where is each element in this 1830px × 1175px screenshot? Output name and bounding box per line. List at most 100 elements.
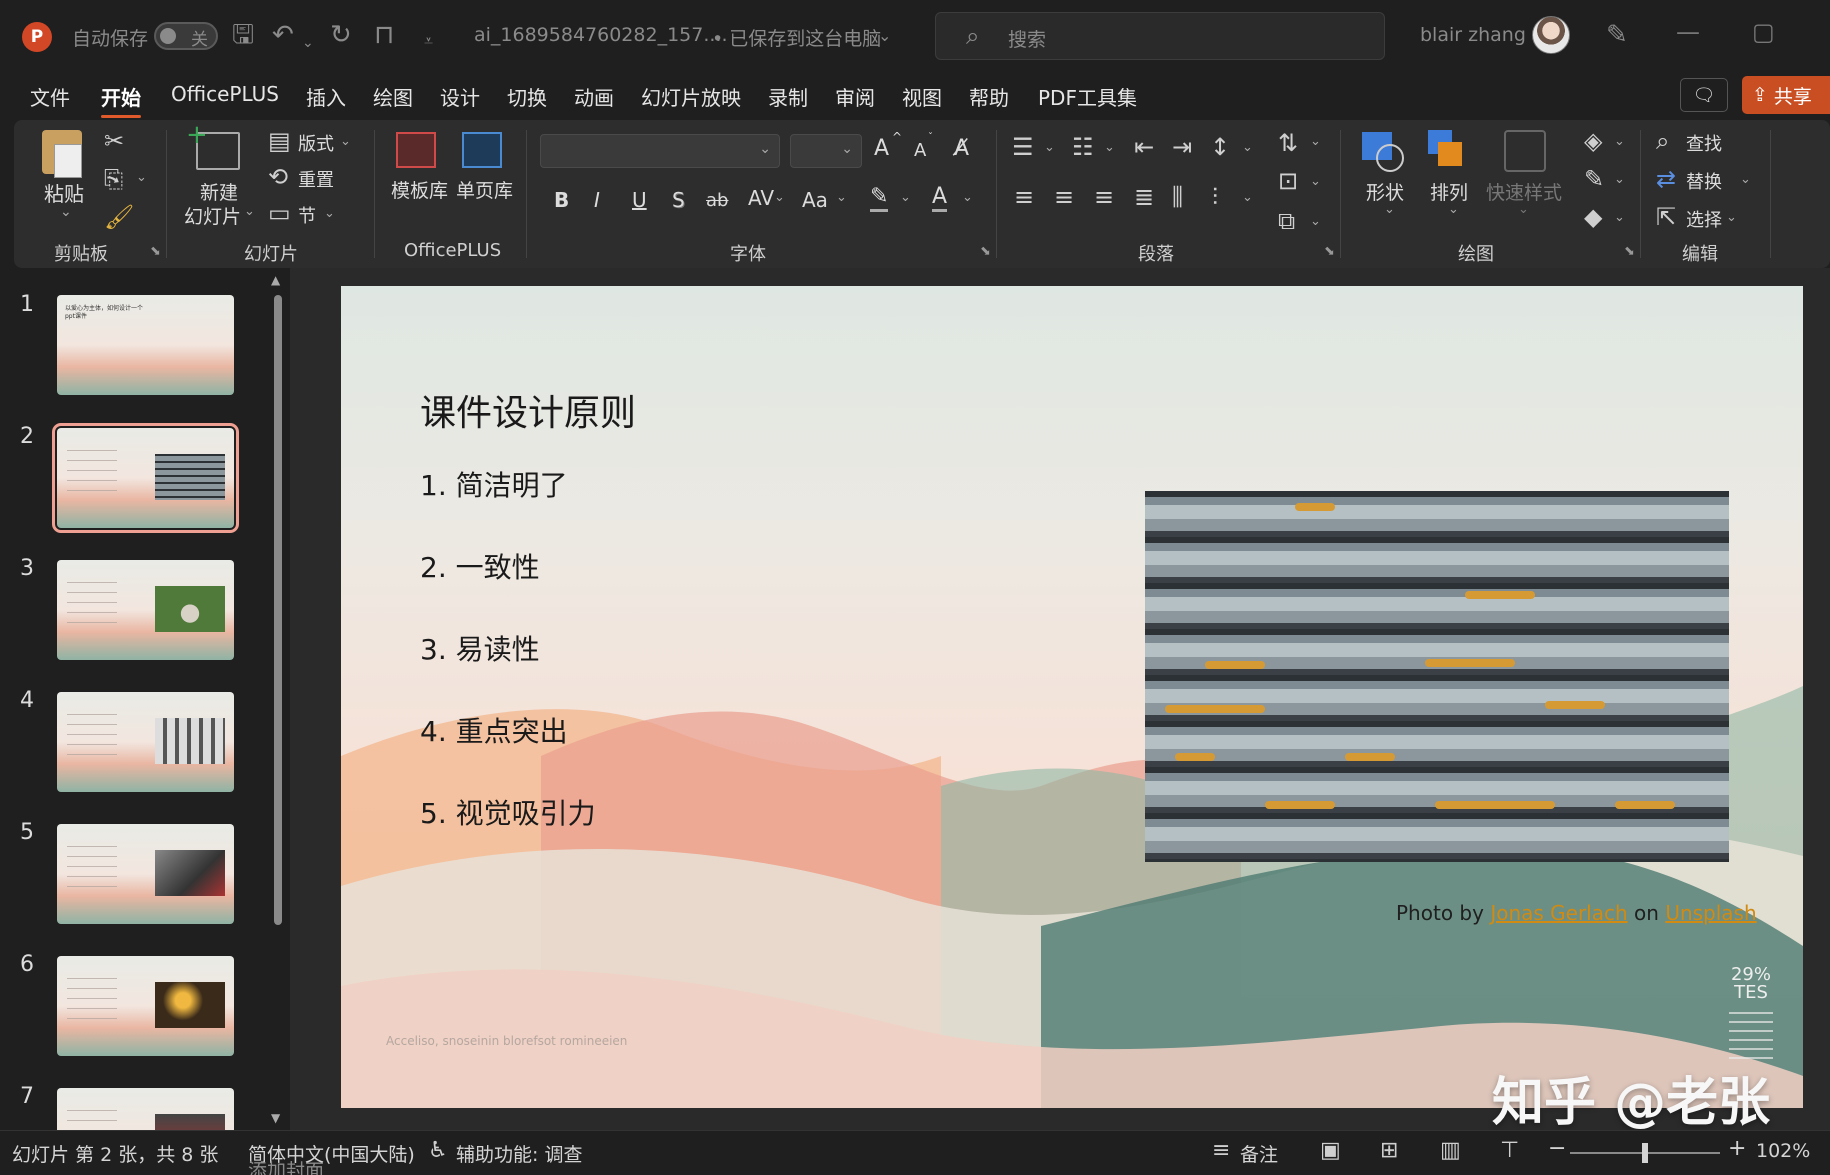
thumbnails-scrollbar[interactable]: ▲ ▼ [271, 273, 284, 1125]
increase-indent-icon[interactable]: ⇥ [1172, 134, 1192, 160]
case-dropdown-icon[interactable]: ⌄ [836, 190, 847, 205]
paste-icon[interactable] [42, 130, 82, 178]
layout-icon[interactable]: ▤ [268, 128, 291, 154]
slideshow-icon[interactable]: ⊤ [1500, 1138, 1519, 1163]
smartart-icon[interactable]: ⧉ [1278, 208, 1295, 234]
tab-officeplus[interactable]: OfficePLUS [171, 82, 279, 106]
tab-help[interactable]: 帮助 [969, 82, 1009, 111]
font-launcher-icon[interactable]: ⬊ [980, 244, 991, 259]
slide-thumbnail-5[interactable] [57, 824, 234, 924]
section-icon[interactable]: ▭ [268, 200, 291, 226]
shadow-button[interactable]: S [672, 188, 685, 212]
copy-dropdown-icon[interactable]: ⌄ [136, 170, 147, 185]
slide-thumbnail-6[interactable] [57, 956, 234, 1056]
credit-site-link[interactable]: Unsplash [1665, 901, 1756, 925]
distributed-icon[interactable]: ⫼ [1172, 184, 1183, 210]
tab-pdf-tools[interactable]: PDF工具集 [1038, 82, 1137, 111]
line-spacing-icon[interactable]: ↕ [1210, 134, 1230, 160]
clear-formatting-icon[interactable]: A̸ [954, 136, 969, 161]
paste-dropdown-icon[interactable]: ⌄ [60, 204, 72, 220]
customize-qat-icon[interactable]: ⩡ [424, 26, 433, 56]
tab-transitions[interactable]: 切换 [507, 82, 547, 111]
scrollbar-thumb[interactable] [274, 295, 282, 925]
slide-thumbnail-7[interactable] [57, 1088, 234, 1130]
align-left-icon[interactable]: ≡ [1014, 184, 1034, 210]
single-page-library-icon[interactable] [462, 132, 502, 168]
notes-icon[interactable]: ≡ [1212, 1138, 1230, 1163]
bullet-item[interactable]: 3. 易读性 [420, 628, 540, 668]
highlight-dropdown-icon[interactable]: ⌄ [900, 190, 911, 205]
text-direction-dropdown-icon[interactable]: ⌄ [1310, 134, 1321, 149]
reading-view-icon[interactable]: ▥ [1440, 1138, 1461, 1163]
change-case-button[interactable]: Aa [802, 188, 828, 212]
shape-fill-icon[interactable]: ◈ [1584, 128, 1602, 154]
shape-fill-dropdown-icon[interactable]: ⌄ [1614, 134, 1625, 149]
bold-button[interactable]: B [554, 188, 569, 212]
slide-thumbnail-3[interactable] [57, 560, 234, 660]
undo-icon[interactable]: ↶ [272, 20, 294, 50]
section-button[interactable]: 节 [298, 202, 316, 228]
new-slide-label-2[interactable]: 幻灯片 [184, 202, 241, 229]
rusty-shutter-photo[interactable] [1145, 491, 1729, 862]
copy-icon[interactable]: ⎘ [104, 166, 123, 192]
numbering-dropdown-icon[interactable]: ⌄ [1104, 140, 1115, 155]
strikethrough-button[interactable]: ab [706, 190, 728, 211]
font-color-dropdown-icon[interactable]: ⌄ [962, 190, 973, 205]
layout-button[interactable]: 版式 [298, 130, 334, 156]
tab-draw[interactable]: 绘图 [373, 82, 413, 111]
zoom-out-icon[interactable]: − [1548, 1136, 1566, 1161]
align-center-icon[interactable]: ≡ [1054, 184, 1074, 210]
shapes-dropdown-icon[interactable]: ⌄ [1384, 202, 1395, 217]
tab-design[interactable]: 设计 [440, 82, 480, 111]
comments-button[interactable]: 🗨 [1680, 78, 1728, 112]
shrink-font-button[interactable]: A [914, 140, 926, 161]
search-box[interactable]: ⌕ 搜索 [935, 12, 1385, 60]
cut-icon[interactable]: ✂ [104, 128, 124, 154]
grow-font-button[interactable]: A [874, 136, 889, 161]
numbering-icon[interactable]: ☷ [1072, 134, 1094, 160]
slide-thumbnail-2[interactable] [52, 423, 239, 533]
scroll-down-icon[interactable]: ▼ [271, 1111, 280, 1125]
arrange-icon[interactable] [1428, 130, 1462, 166]
normal-view-icon[interactable]: ▣ [1320, 1138, 1341, 1163]
paste-button[interactable]: 粘贴 [44, 178, 84, 207]
slide-sorter-icon[interactable]: ⊞ [1380, 1138, 1398, 1163]
slide-thumbnail-1[interactable]: 以爱心为主体，如何设计一个ppt课件 [57, 295, 234, 395]
present-icon[interactable]: ⊓ [374, 20, 394, 50]
avatar[interactable] [1532, 16, 1570, 54]
arrange-button[interactable]: 排列 [1430, 178, 1468, 205]
replace-button[interactable]: 替换 [1686, 168, 1722, 194]
autosave-toggle[interactable]: 关 [154, 22, 218, 50]
character-spacing-button[interactable]: AV [748, 186, 774, 210]
shape-effects-dropdown-icon[interactable]: ⌄ [1614, 210, 1625, 225]
slide-count[interactable]: 幻灯片 第 2 张，共 8 张 [12, 1140, 218, 1167]
tab-view[interactable]: 视图 [902, 82, 942, 111]
save-status[interactable]: • 已保存到这台电脑 [712, 24, 881, 51]
columns-dropdown-icon[interactable]: ⌄ [1242, 190, 1253, 205]
align-right-icon[interactable]: ≡ [1094, 184, 1114, 210]
align-text-dropdown-icon[interactable]: ⌄ [1310, 174, 1321, 189]
reset-icon[interactable]: ⟲ [268, 164, 288, 190]
bullet-item[interactable]: 5. 视觉吸引力 [420, 792, 596, 832]
shapes-button[interactable]: 形状 [1366, 178, 1404, 205]
user-name[interactable]: blair zhang [1420, 24, 1526, 46]
tab-insert[interactable]: 插入 [306, 82, 346, 111]
single-page-library-button[interactable]: 单页库 [456, 176, 513, 203]
save-icon[interactable]: 🖫 [232, 20, 254, 50]
maximize-icon[interactable]: ▢ [1752, 18, 1775, 46]
text-direction-icon[interactable]: ⇅ [1278, 130, 1298, 156]
replace-icon[interactable]: ⇄ [1656, 166, 1676, 192]
tab-home[interactable]: 开始 [101, 82, 141, 118]
clipboard-launcher-icon[interactable]: ⬊ [150, 244, 161, 259]
section-dropdown-icon[interactable]: ⌄ [324, 206, 335, 221]
arrange-dropdown-icon[interactable]: ⌄ [1448, 202, 1459, 217]
accessibility-status[interactable]: 辅助功能: 调查 [456, 1140, 582, 1167]
quick-styles-button[interactable]: 快速样式 [1486, 178, 1562, 205]
slide-title[interactable]: 课件设计原则 [420, 384, 636, 436]
highlight-color-icon[interactable]: ✎ [870, 184, 889, 212]
shapes-icon[interactable] [1362, 132, 1404, 172]
drawing-launcher-icon[interactable]: ⬊ [1624, 244, 1635, 259]
chevron-down-icon[interactable]: ⌄ [878, 26, 891, 45]
tab-file[interactable]: 文件 [30, 82, 70, 111]
shape-outline-dropdown-icon[interactable]: ⌄ [1614, 172, 1625, 187]
